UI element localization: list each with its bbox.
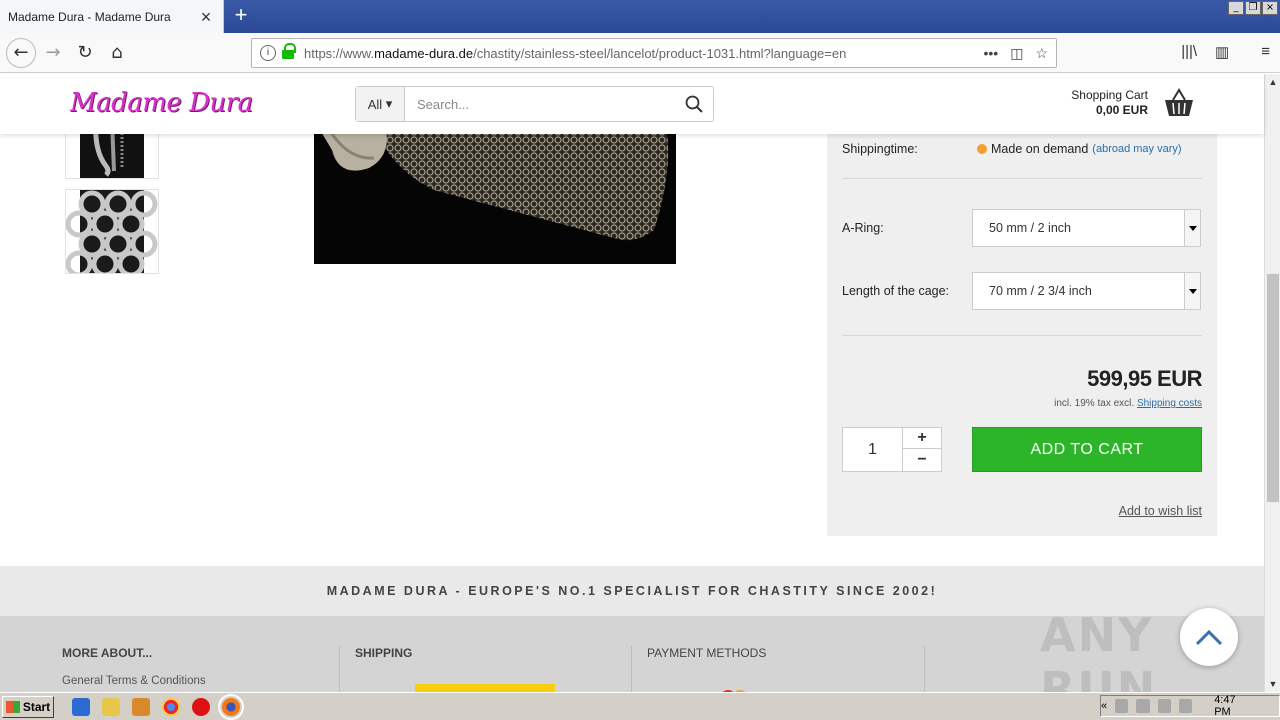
shipping-time-label: Shippingtime: (842, 142, 918, 156)
minimize-icon[interactable]: _ (1228, 1, 1244, 15)
shopping-cart-summary[interactable]: Shopping Cart 0,00 EUR (1068, 88, 1148, 118)
shipping-time-note[interactable]: (abroad may vary) (1092, 143, 1181, 155)
address-bar[interactable]: i https://www.madame-dura.de/chastity/st… (251, 38, 1057, 68)
lock-icon (282, 43, 296, 59)
cage-length-value: 70 mm / 2 3/4 inch (989, 284, 1092, 298)
page-actions-icon[interactable]: ••• (983, 45, 998, 62)
divider (631, 646, 632, 692)
product-main-image[interactable] (314, 120, 676, 264)
close-window-icon[interactable]: × (1262, 1, 1278, 15)
tab-title: Madame Dura - Madame Dura (8, 9, 171, 24)
a-ring-value: 50 mm / 2 inch (989, 221, 1071, 235)
divider (924, 646, 925, 692)
opera-icon[interactable] (192, 697, 210, 716)
footer-heading: MORE ABOUT... (62, 646, 153, 660)
quantity-decrease-button[interactable]: − (903, 449, 941, 470)
divider (339, 646, 340, 692)
scrollbar-thumb[interactable] (1267, 274, 1279, 502)
restore-icon[interactable]: ❐ (1245, 1, 1261, 15)
site-logo[interactable]: Madame Dura (70, 88, 253, 118)
clock[interactable]: 4:47 PM (1214, 694, 1253, 718)
scroll-to-top-button[interactable] (1180, 608, 1238, 666)
basket-icon[interactable] (1163, 88, 1195, 118)
quantity-increase-button[interactable]: + (903, 428, 941, 449)
navigation-bar: ← → ↻ ⌂ i https://www.madame-dura.de/cha… (0, 33, 1280, 73)
close-tab-icon[interactable]: × (197, 8, 215, 26)
cage-length-label: Length of the cage: (842, 284, 950, 298)
bookmark-star-icon[interactable]: ☆ (1035, 45, 1048, 62)
terms-link[interactable]: General Terms & Conditions (62, 675, 206, 687)
search-category-dropdown[interactable]: All ▾ (356, 87, 405, 121)
flag-icon[interactable] (1178, 699, 1193, 713)
scroll-down-icon[interactable]: ▼ (1265, 676, 1280, 692)
reload-icon[interactable]: ↻ (72, 41, 98, 65)
add-to-cart-button[interactable]: ADD TO CART (972, 427, 1202, 472)
footer-column-shipping: SHIPPING (355, 646, 412, 692)
divider (842, 335, 1202, 336)
media-player-icon[interactable] (132, 697, 150, 716)
chevron-down-icon[interactable] (1184, 273, 1200, 309)
shipping-time-value: Made on demand (991, 142, 1089, 156)
windows-taskbar: Start « 4:47 PM (0, 692, 1280, 720)
scroll-up-icon[interactable]: ▲ (1265, 74, 1280, 90)
chrome-icon[interactable] (162, 697, 180, 716)
pocket-icon[interactable]: ◫ (1010, 45, 1023, 62)
browser-tab[interactable]: Madame Dura - Madame Dura × (0, 0, 224, 33)
info-icon[interactable]: i (260, 45, 276, 61)
home-icon[interactable]: ⌂ (104, 41, 130, 65)
search-box: All ▾ Search... (355, 86, 714, 122)
window-controls: _ ❐ × (1228, 1, 1278, 15)
quantity-input[interactable]: 1 (843, 428, 903, 471)
new-tab-icon[interactable]: + (230, 4, 252, 28)
back-icon[interactable]: ← (6, 38, 36, 68)
expand-tray-icon[interactable]: « (1101, 700, 1107, 712)
footer-column-more-about: MORE ABOUT... General Terms & Conditions (62, 646, 206, 692)
chevron-down-icon[interactable] (1184, 210, 1200, 246)
ie-icon[interactable] (72, 697, 90, 716)
forward-icon[interactable]: → (40, 41, 66, 65)
dhl-logo (415, 684, 555, 692)
firefox-icon[interactable] (218, 693, 244, 720)
library-icon[interactable]: |||\ (1181, 43, 1197, 61)
shipping-costs-link[interactable]: Shipping costs (1137, 398, 1202, 409)
footer-column-payment: PAYMENT METHODS (647, 646, 766, 692)
system-tray: « 4:47 PM (1100, 694, 1280, 718)
sidebar-icon[interactable]: ▥ (1215, 43, 1229, 61)
status-dot-icon (977, 144, 987, 154)
quantity-stepper: 1 + − (842, 427, 942, 472)
add-to-wish-list-link[interactable]: Add to wish list (1119, 504, 1202, 518)
product-price: 599,95 EUR (1087, 366, 1202, 391)
divider (842, 178, 1202, 179)
windows-logo-icon (5, 700, 20, 713)
footer-heading: SHIPPING (355, 646, 413, 660)
tab-bar: Madame Dura - Madame Dura × + _ ❐ × (0, 0, 1280, 33)
folder-icon[interactable] (102, 697, 120, 716)
search-input[interactable]: Search... (405, 87, 675, 121)
product-thumbnail[interactable] (65, 189, 159, 278)
a-ring-select[interactable]: 50 mm / 2 inch (972, 209, 1201, 247)
cage-length-select[interactable]: 70 mm / 2 3/4 inch (972, 272, 1201, 310)
device-icon[interactable] (1136, 699, 1150, 713)
network-icon[interactable] (1115, 699, 1129, 713)
product-options-panel: Shippingtime: Made on demand (abroad may… (827, 120, 1217, 536)
menu-icon[interactable]: ≡ (1261, 43, 1270, 61)
footer-heading: PAYMENT METHODS (647, 646, 767, 660)
cart-label: Shopping Cart (1071, 88, 1148, 102)
search-icon[interactable] (675, 87, 713, 121)
url-text: https://www.madame-dura.de/chastity/stai… (304, 45, 847, 61)
page-scrollbar[interactable]: ▲ ▼ (1264, 74, 1280, 692)
chevron-up-icon (1195, 629, 1223, 646)
site-header: Madame Dura All ▾ Search... Shopping Car… (0, 74, 1264, 134)
cart-amount: 0,00 EUR (1095, 103, 1148, 117)
start-button[interactable]: Start (2, 695, 54, 718)
a-ring-label: A-Ring: (842, 221, 884, 235)
tax-note: incl. 19% tax excl. Shipping costs (1054, 398, 1202, 409)
volume-icon[interactable] (1157, 699, 1171, 713)
